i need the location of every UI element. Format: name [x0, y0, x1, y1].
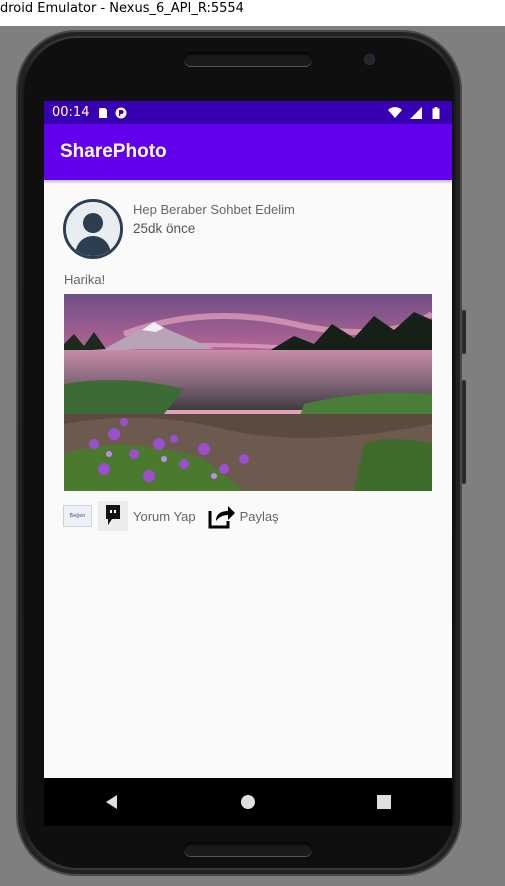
back-icon[interactable] — [92, 782, 132, 822]
emulator-title-bar: droid Emulator - Nexus_6_API_R:5554 — [0, 0, 505, 26]
wifi-icon — [388, 106, 402, 119]
phone-frame: 00:14 SharePhoto Hep Beraber Sohbet Edel… — [16, 30, 466, 876]
share-icon[interactable] — [206, 501, 236, 531]
window-title: droid Emulator - Nexus_6_API_R:5554 — [0, 1, 244, 16]
system-nav-bar — [44, 778, 452, 826]
battery-icon — [432, 106, 444, 119]
front-camera — [365, 55, 374, 64]
phone-bezel: 00:14 SharePhoto Hep Beraber Sohbet Edel… — [24, 38, 454, 868]
volume-button[interactable] — [462, 380, 466, 484]
comment-button[interactable]: Yorum Yap — [133, 509, 196, 524]
signal-icon — [410, 106, 422, 119]
avatar-icon[interactable] — [63, 199, 123, 259]
post-actions: Beğen Yorum Yap Paylaş — [63, 500, 289, 532]
app-bar: SharePhoto — [44, 124, 452, 180]
sd-card-icon — [97, 107, 109, 119]
share-button[interactable]: Paylaş — [240, 509, 279, 524]
home-icon[interactable] — [228, 782, 268, 822]
post-author: Hep Beraber Sohbet Edelim — [133, 202, 295, 217]
like-icon[interactable]: Beğen — [63, 505, 92, 527]
status-bar: 00:14 — [44, 101, 452, 124]
post-photo[interactable] — [64, 294, 432, 491]
comment-icon[interactable] — [98, 501, 128, 531]
post-caption: Harika! — [64, 272, 106, 287]
like-label: Beğen — [69, 513, 86, 519]
top-speaker — [184, 52, 312, 66]
app-title: SharePhoto — [60, 141, 167, 162]
bottom-speaker — [184, 842, 312, 856]
status-time: 00:14 — [52, 105, 90, 120]
recents-icon[interactable] — [364, 782, 404, 822]
post-card: Hep Beraber Sohbet Edelim 25dk önce Hari… — [44, 180, 452, 778]
power-button[interactable] — [462, 310, 466, 354]
device-screen: 00:14 SharePhoto Hep Beraber Sohbet Edel… — [44, 101, 452, 778]
post-time: 25dk önce — [133, 221, 196, 236]
app-notification-icon — [115, 107, 127, 119]
